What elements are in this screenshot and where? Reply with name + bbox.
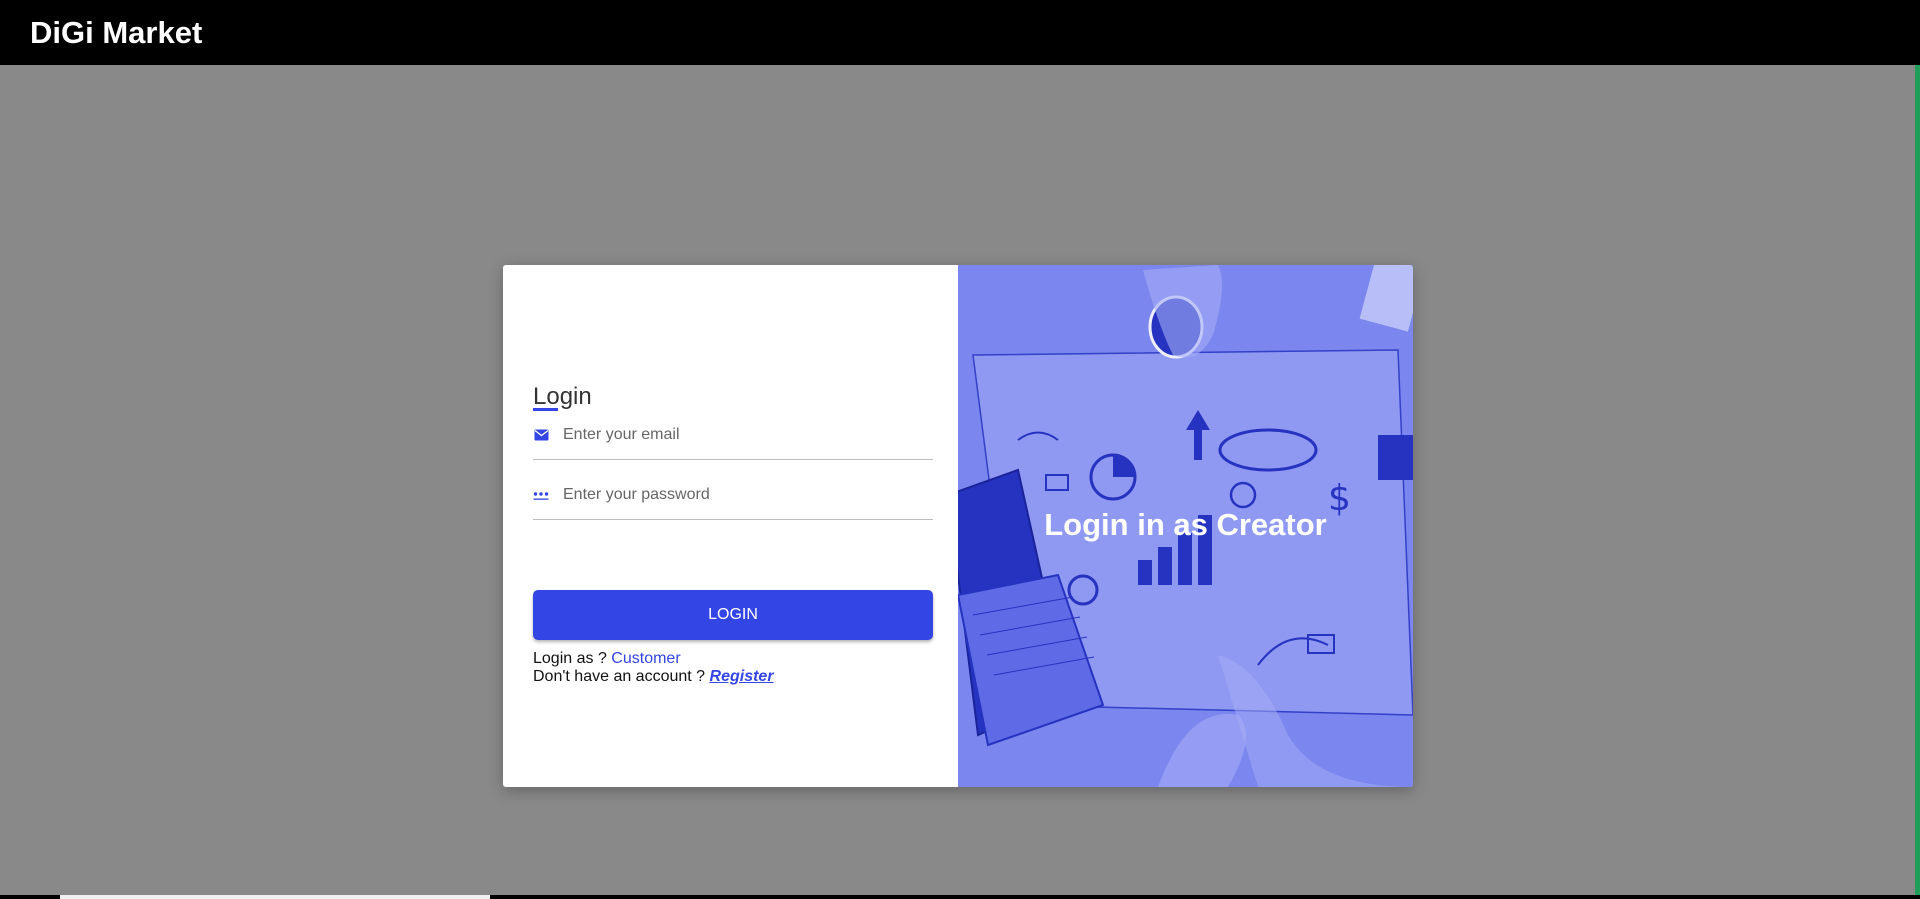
password-input[interactable]	[563, 485, 923, 504]
login-button[interactable]: LOGIN	[533, 590, 933, 640]
hero-heading: Login in as Creator	[1044, 507, 1327, 542]
scrollbar-thumb[interactable]	[60, 895, 490, 899]
form-title: Login	[533, 383, 592, 410]
password-dots-icon	[533, 489, 549, 501]
email-input[interactable]	[563, 425, 923, 444]
email-field	[533, 410, 933, 460]
register-line: Don't have an account ? Register	[533, 668, 774, 686]
login-as-prefix: Login as ?	[533, 650, 607, 667]
mail-icon	[533, 429, 549, 441]
top-navbar: DiGi Market	[0, 0, 1920, 65]
alt-links: Login as ? Customer Don't have an accoun…	[533, 650, 774, 686]
brand-logo[interactable]: DiGi Market	[30, 15, 202, 51]
no-account-prefix: Don't have an account ?	[533, 668, 706, 685]
password-field	[533, 470, 933, 520]
register-link[interactable]: Register	[710, 668, 774, 685]
right-edge-bar	[1915, 65, 1920, 899]
login-form-panel: Login LOGIN	[503, 265, 958, 787]
login-as-line: Login as ? Customer	[533, 650, 774, 668]
customer-link[interactable]: Customer	[611, 650, 680, 667]
login-card: Login LOGIN	[503, 265, 1413, 787]
hero-image-panel: $ Login in as Creator	[958, 265, 1413, 787]
